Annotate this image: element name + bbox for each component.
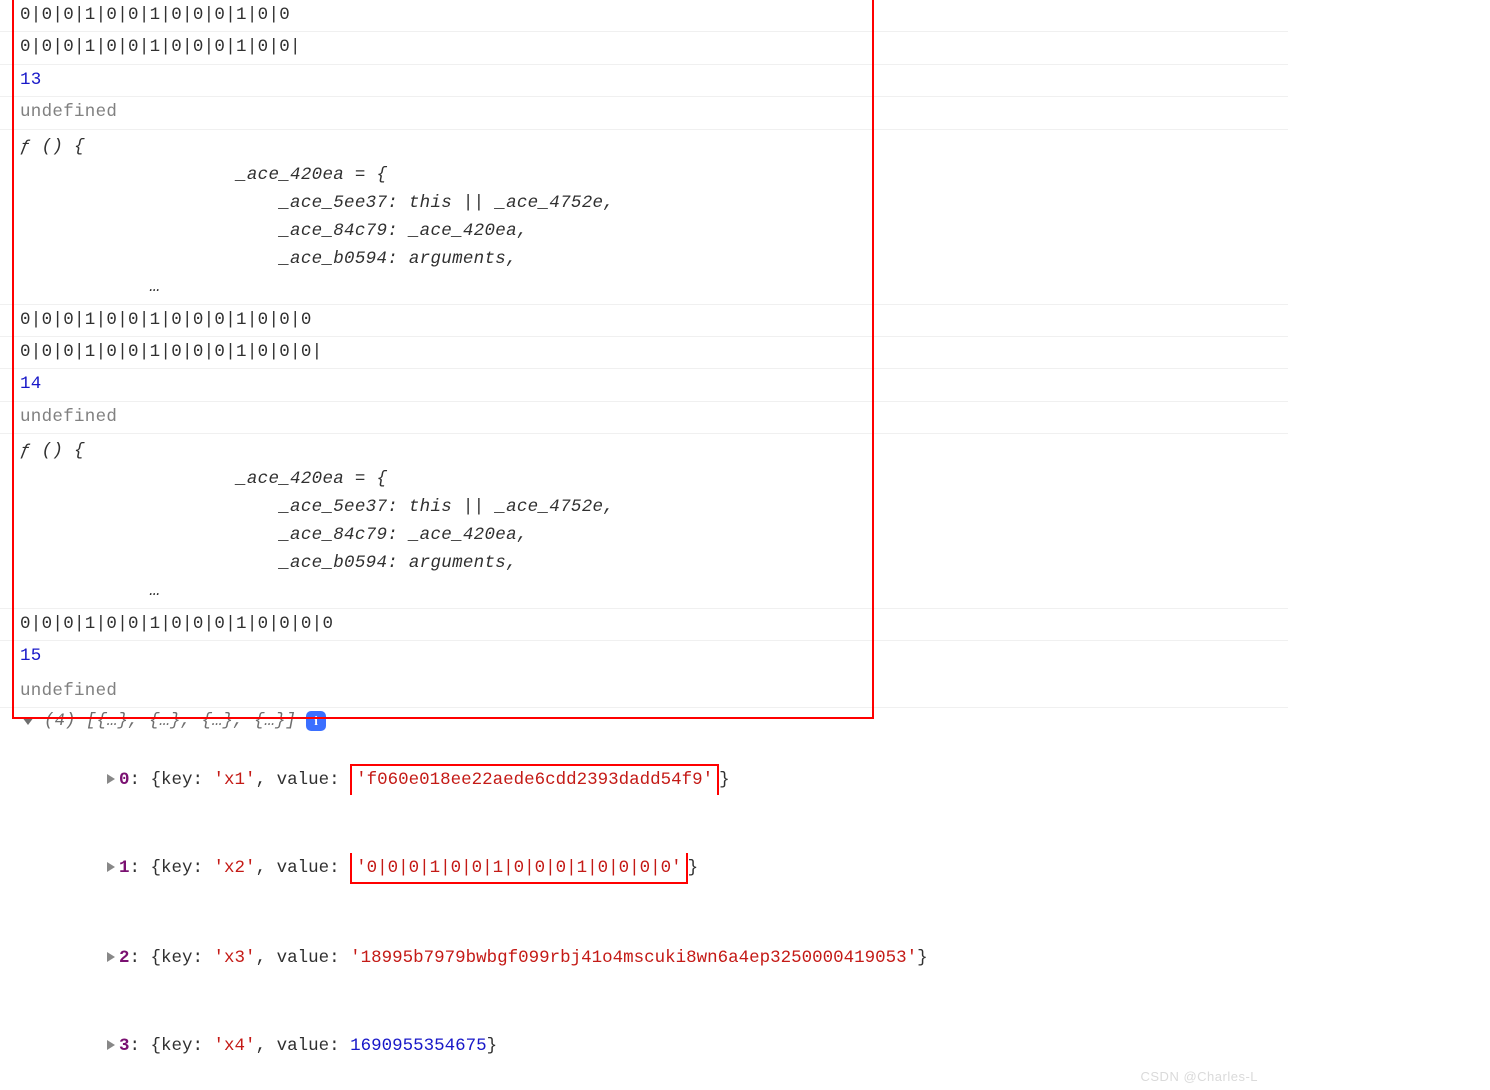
array-item[interactable]: 0: {key: 'x1', value: 'f060e018ee22aede6… [44,734,1288,824]
log-undefined[interactable]: undefined [0,97,1288,129]
log-line[interactable]: 14 [0,369,1288,401]
array-summary[interactable]: (4) [{…}, {…}, {…}, {…}] i [0,708,1288,734]
array-summary-text: (4) [{…}, {…}, {…}, {…}] [44,711,296,731]
array-index: 1 [119,858,130,878]
log-line[interactable]: 0|0|0|1|0|0|1|0|0|0|1|0|0| [0,32,1288,64]
log-function[interactable]: ƒ () { _ace_420ea = { _ace_5ee37: this |… [0,130,1288,305]
obj-key-string: 'x3' [214,948,256,968]
chevron-right-icon[interactable] [107,1040,115,1050]
log-line[interactable]: 13 [0,65,1288,97]
log-line[interactable]: 0|0|0|1|0|0|1|0|0|0|1|0|0 [0,0,1288,32]
obj-key-string: 'x4' [214,1036,256,1056]
watermark: CSDN @Charles-L [1141,1069,1259,1084]
console-output: 0|0|0|1|0|0|1|0|0|0|1|0|0 0|0|0|1|0|0|1|… [0,0,1288,1090]
info-icon[interactable]: i [306,711,326,731]
log-line[interactable]: 0|0|0|1|0|0|1|0|0|0|1|0|0|0| [0,337,1288,369]
chevron-down-icon[interactable] [22,717,34,725]
closing-brace: } [688,858,699,878]
chevron-right-icon[interactable] [107,774,115,784]
obj-value-number: 1690955354675 [350,1036,487,1056]
closing-brace: } [917,948,928,968]
log-line[interactable]: 0|0|0|1|0|0|1|0|0|0|1|0|0|0|0 [0,609,1288,641]
obj-key-string: 'x2' [214,858,256,878]
obj-text: : {key: [130,858,214,878]
obj-value-string: '18995b7979bwbgf099rbj41o4mscuki8wn6a4ep… [350,948,917,968]
array-index: 0 [119,770,130,790]
log-line[interactable]: 0|0|0|1|0|0|1|0|0|0|1|0|0|0 [0,305,1288,337]
array-index: 2 [119,948,130,968]
array-item[interactable]: 3: {key: 'x4', value: 1690955354675} [44,1002,1288,1090]
obj-value-string: '0|0|0|1|0|0|1|0|0|0|1|0|0|0|0' [350,853,688,884]
obj-key-string: 'x1' [214,770,256,790]
log-function[interactable]: ƒ () { _ace_420ea = { _ace_5ee37: this |… [0,434,1288,609]
array-item[interactable]: 1: {key: 'x2', value: '0|0|0|1|0|0|1|0|0… [44,824,1288,914]
array-items: 0: {key: 'x1', value: 'f060e018ee22aede6… [0,734,1288,1090]
closing-brace: } [487,1036,498,1056]
chevron-right-icon[interactable] [107,862,115,872]
obj-text: : {key: [130,1036,214,1056]
chevron-right-icon[interactable] [107,952,115,962]
log-line[interactable]: 15 [0,641,1288,669]
array-index: 3 [119,1036,130,1056]
log-undefined[interactable]: undefined [0,402,1288,434]
log-undefined[interactable]: undefined [0,676,1288,708]
obj-value-string: 'f060e018ee22aede6cdd2393dadd54f9' [350,764,719,795]
closing-brace: } [719,770,730,790]
obj-text: : {key: [130,948,214,968]
obj-text: : {key: [130,770,214,790]
obj-text: , value: [256,770,351,790]
array-item[interactable]: 2: {key: 'x3', value: '18995b7979bwbgf09… [44,914,1288,1002]
obj-text: , value: [256,858,351,878]
obj-text: , value: [256,1036,351,1056]
obj-text: , value: [256,948,351,968]
